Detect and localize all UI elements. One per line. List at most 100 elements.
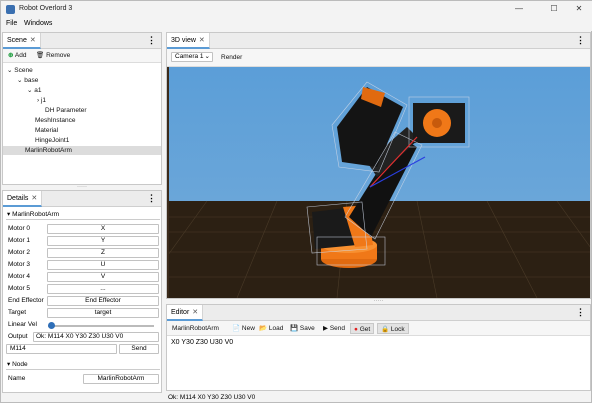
motor-5-button[interactable]: ... [47, 284, 159, 294]
output-row: Output Ok: M114 X0 Y30 Z30 U30 V0 [3, 331, 163, 343]
tree-item-j1[interactable]: › j1 [37, 96, 46, 105]
command-input[interactable]: M114 [6, 344, 117, 354]
section-marlinrobotarm[interactable]: ▾ MarlinRobotArm [7, 210, 59, 218]
close-button[interactable]: ✕ [569, 3, 589, 15]
more-vert-icon[interactable]: ⋮ [576, 35, 585, 45]
motor-4-row: Motor 4 V [3, 271, 163, 283]
maximize-button[interactable]: ☐ [544, 3, 564, 15]
divider [6, 369, 160, 370]
new-button[interactable]: 📄 New [229, 323, 258, 334]
motor-1-row: Motor 1 Y [3, 235, 163, 247]
close-icon[interactable]: ✕ [31, 195, 37, 202]
add-button[interactable]: ⊕ Add [5, 50, 29, 61]
robot-scene [167, 67, 590, 298]
tree-item-dh-parameter[interactable]: DH Parameter [45, 106, 87, 115]
motor-2-button[interactable]: Z [47, 248, 159, 258]
view3d-panel: 3D view ✕ ⋮ Camera 1 ⌄ Render [166, 32, 591, 299]
editor-textarea[interactable]: X0 Y30 Z30 U30 V0 [167, 336, 590, 390]
tree-item-meshinstance[interactable]: MeshInstance [35, 116, 75, 125]
name-label: Name [8, 375, 26, 382]
send-label: Send [329, 325, 345, 332]
get-button[interactable]: ● Get [350, 323, 375, 334]
tab-3d-view[interactable]: 3D view ✕ [167, 33, 210, 49]
more-vert-icon[interactable]: ⋮ [147, 193, 156, 203]
robot-name: MarlinRobotArm [172, 325, 219, 332]
3d-viewport[interactable] [167, 67, 590, 298]
tree-item-label: Scene [14, 67, 33, 74]
linear-vel-row: Linear Vel [3, 319, 163, 331]
trash-icon: 🗑 [36, 52, 45, 59]
motor-0-button[interactable]: X [47, 224, 159, 234]
more-vert-icon[interactable]: ⋮ [576, 307, 585, 317]
close-icon[interactable]: ✕ [199, 37, 205, 44]
details-panel: Details ✕ ⋮ ▾ MarlinRobotArm Motor 0 X Mot… [2, 190, 162, 393]
menu-file[interactable]: File [6, 20, 17, 27]
end-effector-button[interactable]: End Effector [47, 296, 159, 306]
scene-panel: Scene ✕ ⋮ ⊕ Add 🗑 Remove ⌄ Scene ⌄ base ⌄… [2, 32, 162, 185]
tree-item-base[interactable]: ⌄ base [17, 76, 38, 85]
chevron-right-icon[interactable]: › [37, 97, 39, 104]
output-label: Output [8, 333, 28, 340]
motor-1-label: Motor 1 [8, 237, 31, 244]
name-row: Name MarlinRobotArm [3, 373, 163, 385]
save-label: Save [299, 325, 315, 332]
linear-vel-slider[interactable] [48, 322, 56, 329]
motor-4-button[interactable]: V [47, 272, 159, 282]
tree-item-a1[interactable]: ⌄ a1 [27, 86, 42, 95]
window-title: Robot Overlord 3 [19, 5, 73, 12]
details-tab-header: Details ✕ ⋮ [3, 191, 161, 207]
motor-3-button[interactable]: U [47, 260, 159, 270]
plus-icon: ⊕ [8, 52, 14, 59]
section-title: MarlinRobotArm [12, 211, 60, 218]
tree-item-marlinrobotarm[interactable]: MarlinRobotArm [3, 146, 161, 155]
camera-select[interactable]: Camera 1 ⌄ [171, 52, 213, 62]
motor-2-row: Motor 2 Z [3, 247, 163, 259]
chevron-down-icon[interactable]: ⌄ [27, 87, 32, 94]
motor-1-button[interactable]: Y [47, 236, 159, 246]
save-button[interactable]: 💾 Save [287, 323, 318, 334]
load-button[interactable]: 📂 Load [256, 323, 286, 334]
motor-3-row: Motor 3 U [3, 259, 163, 271]
target-button[interactable]: target [47, 308, 159, 318]
lock-label: Lock [390, 326, 405, 333]
tree-item-hingejoint1[interactable]: HingeJoint1 [35, 136, 69, 145]
tree-item-material[interactable]: Material [35, 126, 58, 135]
tab-editor[interactable]: Editor ✕ [167, 305, 204, 321]
command-row: M114 Send [3, 343, 163, 355]
record-icon: ● [354, 326, 358, 333]
motor-5-label: Motor 5 [8, 285, 31, 292]
motor-5-row: Motor 5... [3, 283, 163, 295]
close-icon[interactable]: ✕ [192, 309, 198, 316]
editor-content: X0 Y30 Z30 U30 V0 [171, 339, 234, 346]
robot-arm [306, 81, 470, 268]
scene-toolbar: ⊕ Add 🗑 Remove [3, 49, 161, 63]
folder-icon: 📂 [259, 325, 268, 332]
motor-0-label: Motor 0 [8, 225, 31, 232]
tab-details-label: Details [7, 195, 29, 202]
tree-item-label: j1 [40, 97, 47, 104]
menu-windows[interactable]: Windows [24, 20, 52, 27]
chevron-down-icon[interactable]: ⌄ [17, 77, 22, 84]
tree-item-scene[interactable]: ⌄ Scene [7, 66, 33, 75]
section-node[interactable]: ▾ Node [7, 360, 28, 368]
more-vert-icon[interactable]: ⋮ [147, 35, 156, 45]
render-button[interactable]: Render [218, 52, 245, 63]
chevron-down-icon: ▾ [7, 211, 11, 218]
new-label: New [241, 325, 255, 332]
send-command-button[interactable]: Send [119, 344, 159, 354]
tab-3d-view-label: 3D view [171, 37, 196, 44]
send-button[interactable]: ▶ Send [320, 323, 348, 334]
close-icon[interactable]: ✕ [30, 37, 36, 44]
chevron-down-icon[interactable]: ⌄ [7, 67, 12, 74]
motor-2-label: Motor 2 [8, 249, 31, 256]
lock-button[interactable]: 🔒 Lock [377, 323, 409, 334]
tab-scene[interactable]: Scene ✕ [3, 33, 41, 49]
tab-details[interactable]: Details ✕ [3, 191, 43, 207]
scene-tab-header: Scene ✕ ⋮ [3, 33, 161, 49]
status-bar: Ok: M114 X0 Y30 Z30 U30 V0 [168, 394, 256, 401]
name-input[interactable]: MarlinRobotArm [83, 374, 159, 384]
remove-button[interactable]: 🗑 Remove [33, 50, 73, 61]
tree-item-label: HingeJoint1 [35, 137, 70, 144]
minimize-button[interactable]: — [509, 3, 529, 15]
scene-tree: ⌄ Scene ⌄ base ⌄ a1 › j1 DH Parameter Me… [3, 63, 161, 183]
